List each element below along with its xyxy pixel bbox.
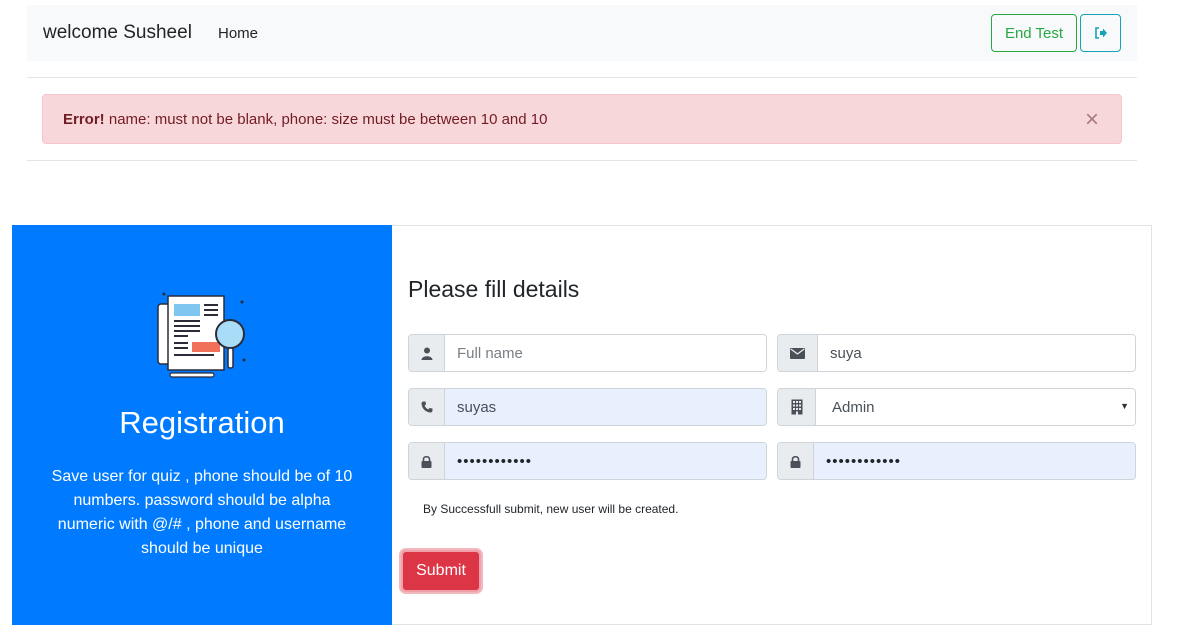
username-group [777,334,1136,372]
error-alert: Error! name: must not be blank, phone: s… [42,94,1122,144]
full-name-group [408,334,767,372]
confirm-password-value: •••••••••••• [826,452,902,470]
navbar-brand[interactable]: welcome Susheel [43,22,192,44]
username-input[interactable] [818,335,1135,371]
sign-out-icon [1094,27,1107,39]
building-icon [778,389,816,425]
lock-icon [409,443,445,479]
password-group: •••••••••••• [408,442,767,480]
registration-title: Registration [119,405,285,440]
navbar: welcome Susheel Home End Test [27,5,1137,61]
nav-home-link[interactable]: Home [218,25,258,42]
registration-description: Save user for quiz , phone should be of … [51,468,353,557]
alert-text: Error! name: must not be blank, phone: s… [63,111,547,128]
submit-hint: By Successfull submit, new user will be … [423,502,679,516]
divider [27,160,1137,161]
divider [27,77,1137,78]
end-test-button[interactable]: End Test [991,14,1077,52]
phone-input[interactable] [445,389,766,425]
phone-icon [409,389,445,425]
user-icon [409,335,445,371]
full-name-input[interactable] [445,335,766,371]
form-title: Please fill details [408,276,580,302]
role-select[interactable]: Admin ▼ [816,389,1135,425]
registration-side-panel: Registration Save user for quiz , phone … [12,225,392,625]
alert-message: name: must not be blank, phone: size mus… [104,111,548,128]
confirm-password-input[interactable]: •••••••••••• [814,443,1135,479]
role-select-value: Admin [832,399,875,416]
phone-group [408,388,767,426]
logout-button[interactable] [1080,14,1121,52]
password-value: •••••••••••• [457,452,533,470]
submit-button[interactable]: Submit [401,550,481,592]
password-input[interactable]: •••••••••••• [445,443,766,479]
confirm-password-group: •••••••••••• [777,442,1136,480]
role-group: Admin ▼ [777,388,1136,426]
caret-down-icon: ▼ [1120,401,1129,411]
lock-icon [778,443,814,479]
envelope-icon [778,335,818,371]
newspaper-search-icon [157,292,246,378]
close-icon[interactable]: × [1085,108,1099,132]
alert-prefix: Error! [63,111,105,128]
